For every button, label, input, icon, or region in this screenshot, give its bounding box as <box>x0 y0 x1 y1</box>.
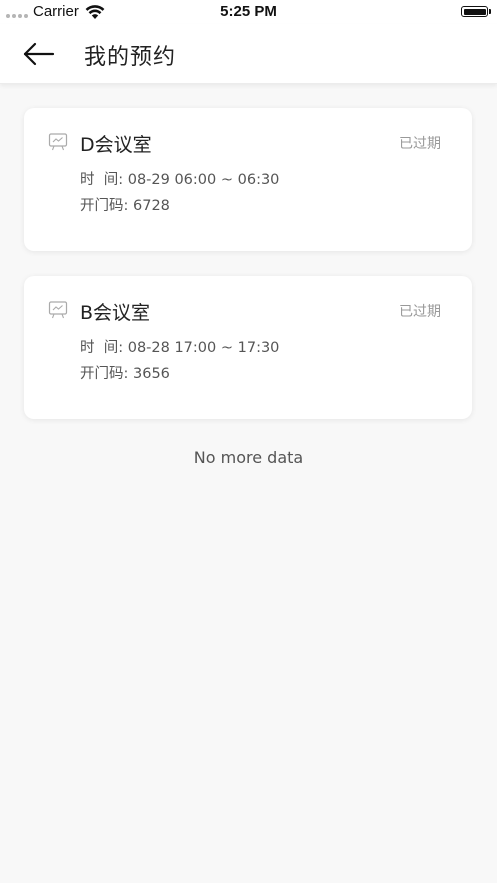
time-label: 时 间: <box>80 172 128 188</box>
room-name: D会议室 <box>80 134 152 156</box>
door-code-row: 开门码: 6728 <box>80 194 170 215</box>
page-title: 我的预约 <box>84 45 177 70</box>
battery-tip <box>489 9 491 14</box>
back-arrow-icon <box>23 42 55 66</box>
door-code: 3656 <box>133 366 170 382</box>
status-bar: Carrier 5:25 PM <box>0 0 497 24</box>
reservation-time-row: 时 间: 08-28 17:00 ~ 17:30 <box>80 336 279 357</box>
clock: 5:25 PM <box>220 3 277 20</box>
room-name: B会议室 <box>80 302 151 324</box>
back-button[interactable] <box>18 38 58 70</box>
meeting-room-screen-icon <box>48 133 68 151</box>
meeting-room-screen-icon <box>48 301 68 319</box>
time-label: 时 间: <box>80 340 128 356</box>
reservation-card[interactable]: B会议室 已过期 时 间: 08-28 17:00 ~ 17:30 开门码: 3… <box>24 276 472 419</box>
status-badge: 已过期 <box>399 304 441 320</box>
battery-icon <box>461 6 488 17</box>
status-badge: 已过期 <box>399 136 441 152</box>
door-code-row: 开门码: 3656 <box>80 362 170 383</box>
no-more-data-label: No more data <box>193 448 304 467</box>
door-code-label: 开门码: <box>80 198 133 214</box>
door-code-label: 开门码: <box>80 366 133 382</box>
door-code: 6728 <box>133 198 170 214</box>
navigation-bar: 我的预约 <box>0 24 497 84</box>
reservation-time-row: 时 间: 08-29 06:00 ~ 06:30 <box>80 168 279 189</box>
reservation-time: 08-29 06:00 ~ 06:30 <box>127 172 280 188</box>
reservation-card[interactable]: D会议室 已过期 时 间: 08-29 06:00 ~ 06:30 开门码: 6… <box>24 108 472 251</box>
reservation-time: 08-28 17:00 ~ 17:30 <box>127 340 280 356</box>
